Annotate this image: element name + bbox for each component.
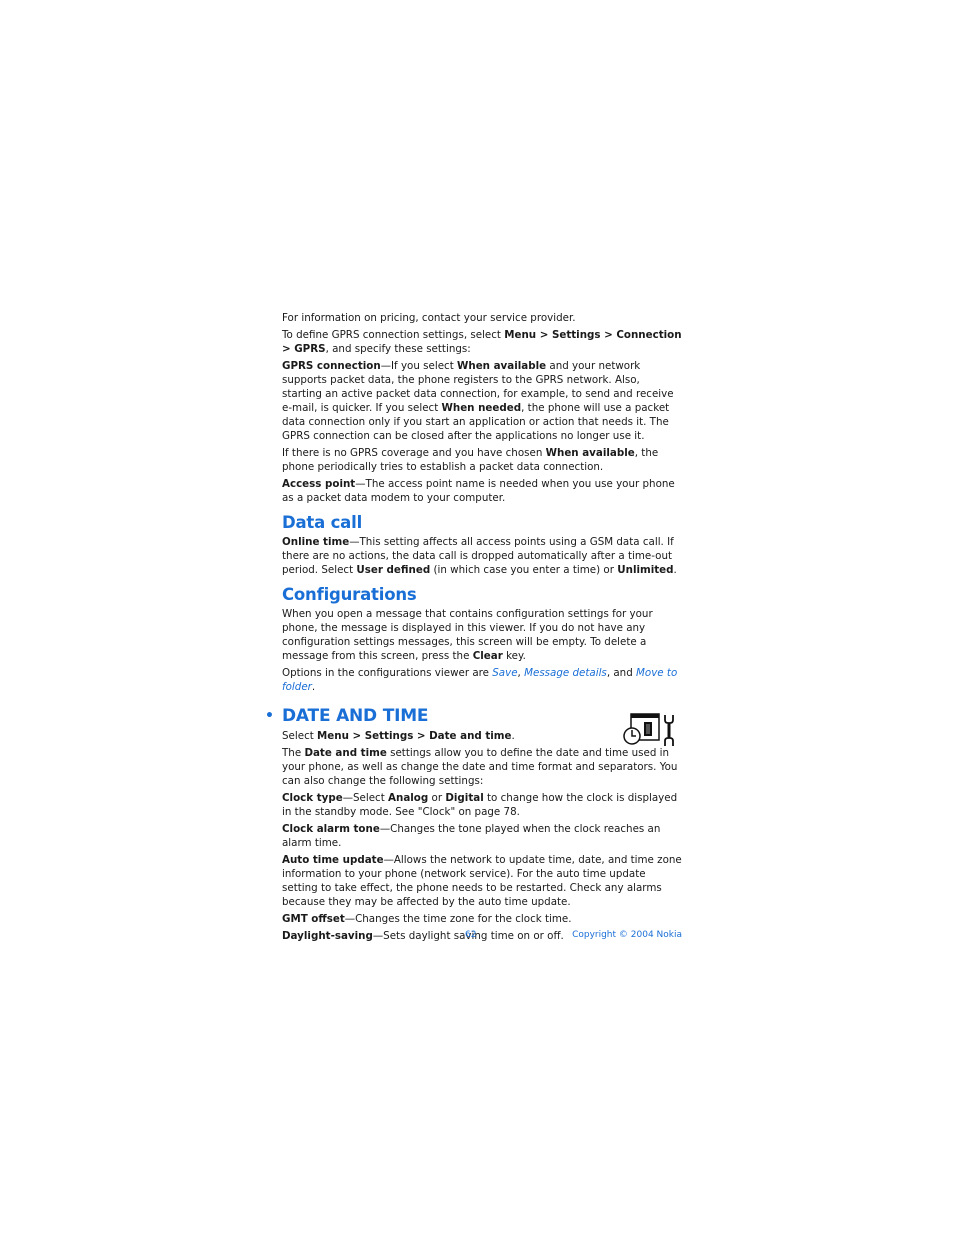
setting-term: Access point bbox=[282, 478, 356, 490]
gprs-connection-paragraph: GPRS connection—If you select When avail… bbox=[282, 360, 674, 442]
bullet-icon: • bbox=[265, 708, 274, 724]
gmt-offset-paragraph: GMT offset—Changes the time zone for the… bbox=[282, 913, 572, 925]
access-point-paragraph: Access point—The access point name is ne… bbox=[282, 478, 675, 504]
no-coverage-paragraph: If there is no GPRS coverage and you hav… bbox=[282, 447, 659, 473]
auto-time-update-paragraph: Auto time update—Allows the network to u… bbox=[282, 854, 682, 908]
setting-term: Clock alarm tone bbox=[282, 823, 380, 835]
data-call-heading: Data call bbox=[282, 513, 363, 532]
configurations-paragraph: When you open a message that contains co… bbox=[282, 608, 653, 662]
page-number: 62 bbox=[465, 930, 477, 940]
option-save-link[interactable]: Save bbox=[492, 667, 517, 679]
date-time-section: • DATE AND TIME Select Menu > Settings > … bbox=[265, 706, 682, 943]
date-time-description: The Date and time settings allow you to … bbox=[282, 747, 678, 787]
setting-term: Clock type bbox=[282, 792, 343, 804]
gprs-define-paragraph: To define GPRS connection settings, sele… bbox=[282, 329, 682, 355]
menu-path: Menu > Settings > Date and time bbox=[317, 730, 512, 742]
setting-term: Online time bbox=[282, 536, 350, 548]
clock-type-paragraph: Clock type—Select Analog or Digital to c… bbox=[282, 792, 678, 818]
pricing-paragraph: For information on pricing, contact your… bbox=[282, 312, 576, 324]
setting-term: Daylight-saving bbox=[282, 930, 373, 942]
page-content: For information on pricing, contact your… bbox=[265, 311, 682, 946]
clock-settings-icon bbox=[623, 713, 674, 746]
clock-alarm-tone-paragraph: Clock alarm tone—Changes the tone played… bbox=[282, 823, 661, 849]
option-message-details-link[interactable]: Message details bbox=[524, 667, 607, 679]
configurations-options-paragraph: Options in the configurations viewer are… bbox=[282, 667, 678, 693]
online-time-paragraph: Online time—This setting affects all acc… bbox=[282, 536, 677, 576]
configurations-heading: Configurations bbox=[282, 585, 417, 604]
setting-term: Auto time update bbox=[282, 854, 384, 866]
setting-term: GMT offset bbox=[282, 913, 345, 925]
copyright-notice: Copyright © 2004 Nokia bbox=[572, 930, 682, 940]
setting-term: GPRS connection bbox=[282, 360, 381, 372]
